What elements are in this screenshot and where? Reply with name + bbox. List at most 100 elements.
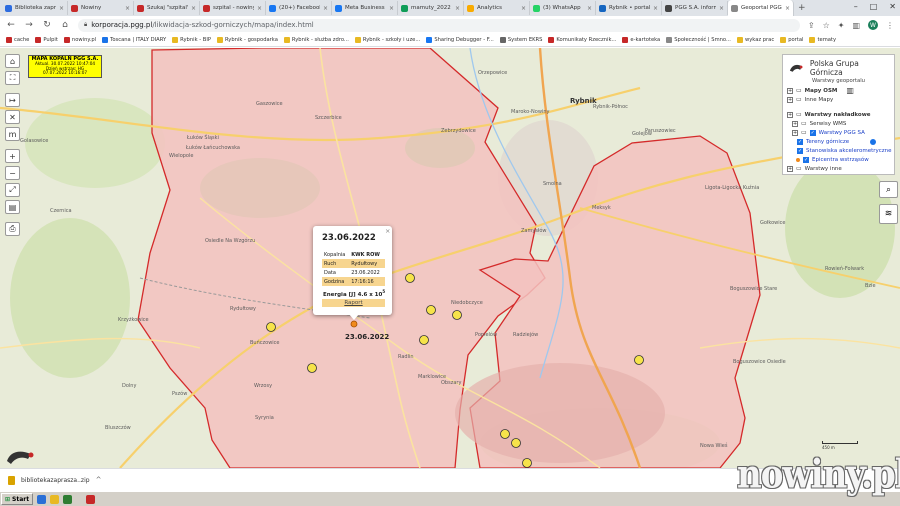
bookmark-item[interactable]: Rybnik - gospodarka [216, 37, 278, 43]
layer-checkbox[interactable]: ✓ [797, 138, 803, 145]
layer-row[interactable]: + ▭ Warstwy nakładkowe [787, 110, 890, 119]
browser-tab[interactable]: Geoportal PGG × [728, 0, 794, 16]
zoom-out-icon[interactable]: − [5, 166, 20, 180]
bookmark-item[interactable]: wykaz prac [736, 37, 774, 43]
expand-icon[interactable]: + [787, 165, 793, 172]
new-tab-icon[interactable]: + [798, 3, 806, 13]
tab-close-icon[interactable]: × [191, 5, 196, 12]
minimize-icon[interactable]: – [854, 2, 858, 11]
popup-report-link[interactable]: Raport [322, 299, 385, 307]
tab-close-icon[interactable]: × [587, 5, 592, 12]
layers-button[interactable]: ≋ [879, 204, 898, 224]
share-icon[interactable]: ⇪ [808, 21, 815, 30]
bookmark-item[interactable]: Pulpit [35, 37, 58, 43]
print-icon[interactable]: ⎙ [5, 222, 20, 236]
layer-checkbox[interactable]: ✓ [803, 156, 809, 163]
tab-close-icon[interactable]: × [455, 5, 460, 12]
tab-close-icon[interactable]: × [389, 5, 394, 12]
mode-icon[interactable]: m [5, 127, 20, 141]
search-button[interactable]: ⌕ [879, 181, 898, 198]
zoom-in-icon[interactable]: + [5, 149, 20, 163]
popup-row: Ruch Rydułtowy [322, 259, 385, 268]
browser-tab[interactable]: PGG S.A. inform × [662, 1, 728, 15]
taskbar-icon-folder[interactable] [50, 494, 60, 504]
bookmark-item[interactable]: Komunikaty Rzecznik... [548, 37, 616, 43]
place-label: Gołkowice [760, 220, 786, 226]
browser-tab[interactable]: (3) WhatsApp × [530, 1, 596, 15]
tab-close-icon[interactable]: × [59, 5, 64, 12]
extensions-icon[interactable]: ✦ [838, 21, 845, 30]
tab-close-icon[interactable]: × [125, 5, 130, 12]
measure-icon[interactable]: ↦ [5, 93, 20, 107]
tab-close-icon[interactable]: × [719, 5, 724, 12]
export-icon[interactable]: ▤ [5, 200, 20, 214]
star-icon[interactable]: ☆ [823, 21, 830, 30]
layer-row[interactable]: ✓ Tereny górnicze [787, 137, 890, 146]
fullscreen-icon[interactable]: ⛶ [5, 71, 20, 85]
bookmark-item[interactable]: cache [6, 37, 29, 43]
browser-tab[interactable]: Nowiny × [68, 1, 134, 15]
bookmark-item[interactable]: Sharing Debugger - F... [426, 37, 494, 43]
bookmark-item[interactable]: Rybnik - BIP [172, 37, 211, 43]
expand-icon[interactable]: + [787, 87, 793, 94]
extent-icon[interactable]: ⤢ [5, 183, 20, 197]
layer-row[interactable]: + ▭ ✓ Warstwy PGG SA [787, 128, 890, 137]
map-viewport[interactable]: Orzepowice Zebrzydowice Golejów Maroko-Nowi… [0, 48, 900, 468]
browser-tab[interactable]: Szukaj "szpital" × [134, 1, 200, 15]
bookmark-item[interactable]: Rybnik - szkoły i uze... [354, 37, 420, 43]
address-bar[interactable]: 🔒︎ korporacja.pgg.pl/likwidacja-szkod-go… [78, 18, 800, 32]
taskbar-icon-ie[interactable] [37, 494, 47, 504]
layer-checkbox[interactable]: ✓ [797, 147, 803, 154]
browser-tab[interactable]: Rybnik • portal × [596, 1, 662, 15]
layer-row[interactable]: + ▭ Mapy OSM ▥ [787, 86, 890, 95]
browser-tab[interactable]: Meta Business × [332, 1, 398, 15]
browser-tab[interactable]: (20+) Facebook × [266, 1, 332, 15]
download-file-name[interactable]: bibliotekazaprasza..zip [21, 477, 90, 484]
close-window-icon[interactable]: ✕ [889, 2, 896, 11]
tab-bar: Biblioteka zaprz × Nowiny × Szukaj "szpital"… [0, 0, 900, 16]
bookmark-item[interactable]: tematy [809, 37, 836, 43]
start-button[interactable]: ⊞ Start [1, 493, 34, 505]
layer-row[interactable]: + ▭ Inne Mapy [787, 95, 890, 104]
profile-avatar[interactable]: W [868, 20, 878, 30]
bookmark-item[interactable]: e-kartoteka [622, 37, 660, 43]
tab-close-icon[interactable]: × [521, 5, 526, 12]
browser-tab[interactable]: mamuty_2022 × [398, 1, 464, 15]
clear-icon[interactable]: ✕ [5, 110, 20, 124]
map-toolbar: ⌂ ⛶ ↦ ✕ m + − ⤢ ▤ ⎙ [5, 54, 20, 236]
expand-icon[interactable]: + [787, 111, 793, 118]
browser-tab[interactable]: Biblioteka zaprz × [2, 1, 68, 15]
popup-close-icon[interactable]: × [385, 227, 390, 235]
download-caret-icon[interactable]: ^ [96, 476, 102, 484]
expand-icon[interactable]: + [792, 129, 798, 136]
layer-row[interactable]: ✓ Stanowiska akcelerometryczne [787, 146, 892, 155]
layer-row[interactable]: + ▭ Serwisy WMS [787, 119, 890, 128]
layer-row[interactable]: + ▭ Warstwy inne [787, 164, 890, 173]
tab-close-icon[interactable]: × [785, 5, 790, 12]
forward-icon[interactable]: → [24, 20, 34, 30]
bookmark-item[interactable]: Rybnik - służba zdro... [283, 37, 349, 43]
reload-icon[interactable]: ↻ [42, 20, 52, 30]
maximize-icon[interactable]: □ [870, 2, 878, 11]
back-icon[interactable]: ← [6, 20, 16, 30]
browser-tab[interactable]: szpital - nowiny × [200, 1, 266, 15]
tab-close-icon[interactable]: × [257, 5, 262, 12]
bookmark-item[interactable]: Społeczność | Smno... [666, 37, 731, 43]
bookmark-item[interactable]: nowiny.pl [63, 37, 96, 43]
bookmark-item[interactable]: Toscana | ITALY DIARY [102, 37, 166, 43]
menu-icon[interactable]: ⋮ [886, 21, 894, 30]
expand-icon[interactable]: + [787, 96, 793, 103]
bookmark-item[interactable]: portal [780, 37, 803, 43]
taskbar-icon-app[interactable] [63, 494, 73, 504]
layer-checkbox[interactable]: ✓ [809, 129, 816, 136]
browser-tab[interactable]: Analytics × [464, 1, 530, 15]
expand-icon[interactable]: + [792, 120, 798, 127]
home-icon[interactable]: ⌂ [60, 20, 70, 30]
layer-row[interactable]: ✓ Epicentra wstrząsów [787, 155, 890, 164]
home-view-icon[interactable]: ⌂ [5, 54, 20, 68]
sidepanel-icon[interactable]: ▥ [852, 21, 860, 30]
bookmark-item[interactable]: System EKRS [499, 37, 542, 43]
tab-close-icon[interactable]: × [653, 5, 658, 12]
taskbar-icon-chrome[interactable] [86, 494, 96, 504]
tab-close-icon[interactable]: × [323, 5, 328, 12]
